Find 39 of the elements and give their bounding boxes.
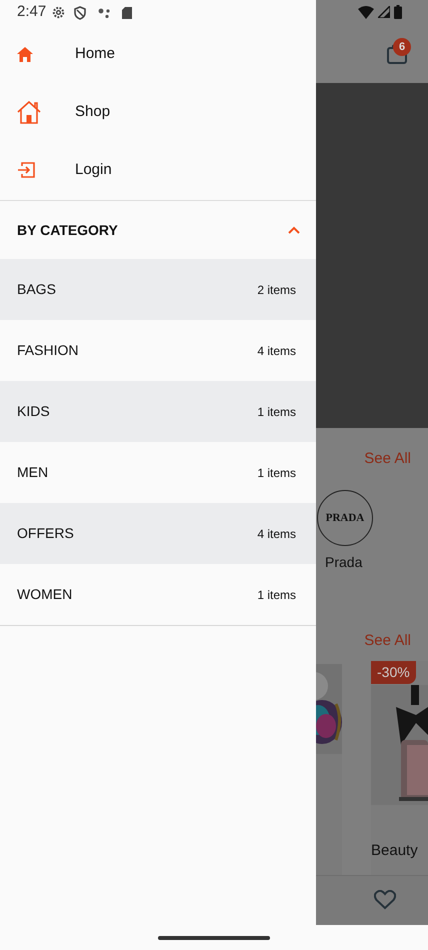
- heart-icon[interactable]: [374, 890, 396, 910]
- item-count: 1 items: [257, 464, 296, 482]
- category-name: KIDS: [17, 402, 50, 421]
- sd-card-icon: [122, 6, 132, 18]
- drawer-menu-item[interactable]: Shop: [0, 83, 316, 141]
- product-card[interactable]: [316, 664, 342, 875]
- category-item[interactable]: BAGS 2 items: [0, 259, 316, 320]
- status-time: 2:47: [17, 2, 46, 22]
- shield-icon: [74, 6, 86, 20]
- category-name: WOMEN: [17, 585, 72, 604]
- gesture-handle[interactable]: [158, 936, 270, 940]
- item-count: 1 items: [257, 586, 296, 604]
- dots-icon: [98, 8, 110, 18]
- discount-badge: -30%: [371, 661, 416, 684]
- signal-icon: [378, 6, 390, 18]
- category-item[interactable]: OFFERS 4 items: [0, 503, 316, 564]
- category-name: OFFERS: [17, 524, 74, 543]
- wifi-icon: [358, 6, 374, 18]
- login-icon: [17, 162, 35, 178]
- battery-icon: [394, 5, 402, 19]
- drawer-menu-item[interactable]: Login: [0, 141, 316, 199]
- cart-icon[interactable]: [387, 44, 407, 64]
- category-name: MEN: [17, 463, 48, 482]
- item-count: 4 items: [257, 342, 296, 360]
- settings-icon: [52, 6, 66, 19]
- category-name: BAGS: [17, 280, 56, 299]
- item-count: 4 items: [257, 526, 296, 542]
- category-name: FASHION: [17, 341, 78, 360]
- product-category: Beauty: [371, 841, 418, 861]
- house-icon: [17, 100, 41, 124]
- brand-logo[interactable]: PRADA: [317, 490, 373, 546]
- brand-name: Prada: [325, 553, 362, 572]
- home-icon: [17, 46, 33, 62]
- cart-count-badge: 6: [393, 38, 411, 56]
- item-count: 1 items: [257, 404, 296, 420]
- item-count: 2 items: [257, 282, 296, 298]
- drawer-menu-item[interactable]: Home: [0, 25, 316, 83]
- category-item[interactable]: KIDS 1 items: [0, 381, 316, 442]
- section-title: BY CATEGORY: [17, 220, 118, 240]
